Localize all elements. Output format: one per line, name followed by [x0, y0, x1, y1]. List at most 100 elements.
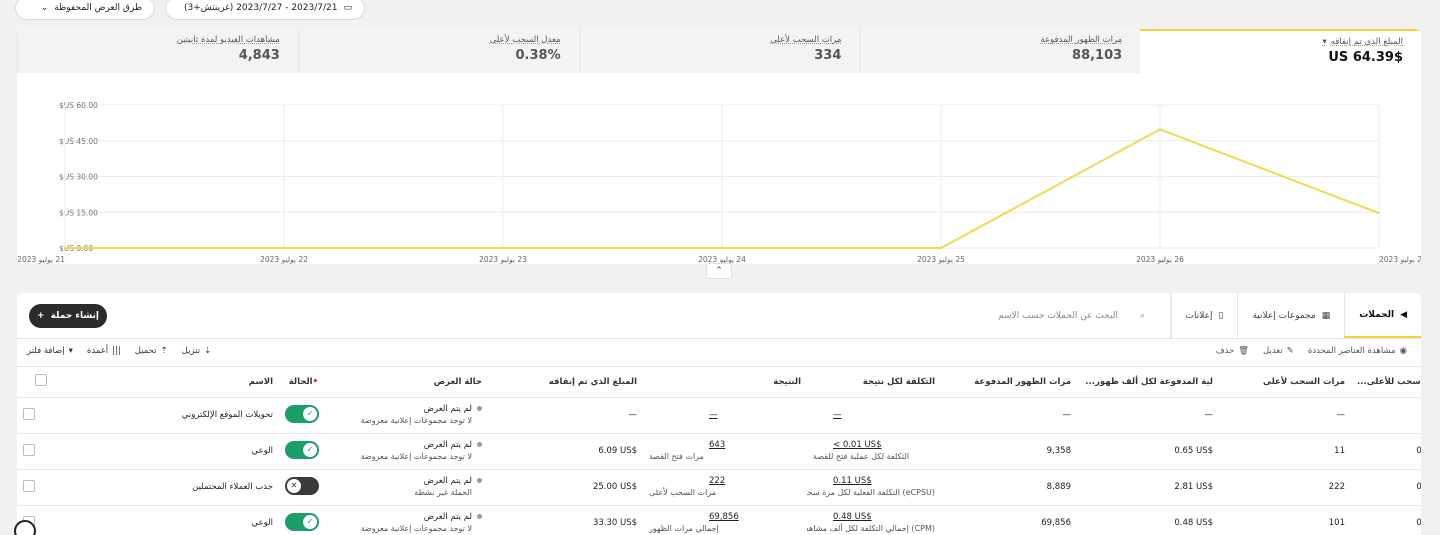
campaign-name[interactable]: الوعي: [53, 433, 279, 470]
row-checkbox[interactable]: [23, 479, 35, 492]
status-dot: [477, 406, 482, 411]
metric-value: $US 64.39: [1328, 50, 1403, 65]
metric-swipe-rate[interactable]: معدل السحب لأعلى 0.38%: [297, 29, 579, 73]
column-header-cost-per-swipe[interactable]: ...لفعلية لكل مرة سحب للأعلى: [1351, 367, 1421, 398]
campaign-search[interactable]: البحث عن الحملات حسب الاسم ⌕: [717, 305, 1145, 327]
result-value[interactable]: —: [649, 410, 801, 421]
tab-label: الحملات: [1359, 309, 1395, 320]
tab-ad-sets[interactable]: ▦ مجموعات إعلانية: [1237, 293, 1344, 338]
metric-paid-impressions[interactable]: مرات الظهور المدفوعة 88,103: [859, 29, 1141, 73]
status-toggle[interactable]: ✓: [285, 512, 319, 531]
cost-per-result-value[interactable]: 0.48 US$: [813, 512, 935, 523]
edit-label: تعديل: [1263, 346, 1283, 356]
add-filter-button[interactable]: ▾ إضافة فلتر: [27, 346, 73, 356]
column-header-delivery[interactable]: حالة العرض: [324, 367, 488, 398]
cpm-cell: 0.48 US$: [1077, 505, 1219, 535]
swipe-ups-cell: 222: [1219, 469, 1351, 506]
table-body: تحويلات الموقع الإلكتروني ✓ لم يتم العرض لا…: [17, 397, 1421, 535]
column-header-result[interactable]: النتيجة: [643, 367, 807, 398]
saved-views-dropdown[interactable]: طرق العرض المحفوظة ⌄: [15, 0, 155, 20]
row-checkbox[interactable]: [23, 443, 35, 456]
result-value[interactable]: 643: [649, 440, 801, 451]
delivery-substatus: لا توجد مجموعات إعلانية معروضة: [360, 416, 472, 425]
view-selected-button[interactable]: ◉ مشاهدة العناصر المحددة: [1308, 346, 1407, 356]
close-icon: ✕: [287, 478, 301, 493]
column-header-cpm[interactable]: ...لية المدفوعة لكل ألف ظهور: [1077, 367, 1219, 398]
saved-views-label: طرق العرض المحفوظة: [54, 3, 142, 13]
download-button[interactable]: ⇣ تنزيل: [182, 346, 212, 356]
megaphone-icon: ◀: [1400, 309, 1407, 320]
cost-per-swipe-cell: 0.33 US$: [1351, 505, 1421, 535]
upload-button[interactable]: ⇡ تحميل: [135, 346, 168, 356]
help-icon[interactable]: [14, 520, 36, 535]
cost-per-result-type: (CPM) إجمالي التكلفة لكل ألف مشاهدة: [807, 524, 935, 533]
swipe-ups-cell: —: [1219, 397, 1351, 434]
metric-value: 0.38%: [515, 48, 561, 63]
metric-video-views[interactable]: مشاهدات الفيديو لمدة ثانيتين 4,843: [17, 29, 298, 73]
columns-button[interactable]: ||| أعمدة: [87, 346, 121, 356]
caret-down-icon: ▾: [1322, 37, 1327, 47]
chevron-up-icon: ⌃: [715, 266, 723, 276]
table-row[interactable]: الوعي ✓ لم يتم العرض لا توجد مجموعات إعلاني…: [17, 433, 1421, 470]
table-row[interactable]: جذب العملاء المحتملين ✕ لم يتم العرض الحملة…: [17, 469, 1421, 506]
date-range-picker[interactable]: ▭ 2023/7/21 - 2023/7/27 (غرينتش+3): [165, 0, 365, 20]
create-campaign-button[interactable]: + إنشاء حملة: [29, 304, 107, 328]
delivery-substatus: الحملة غير نشطة: [414, 488, 472, 497]
column-header-cost-per-result[interactable]: التكلفة لكل نتيجة: [807, 367, 941, 398]
phone-icon: ▯: [1218, 310, 1224, 321]
x-tick-label: 21 يوليو 2023: [17, 255, 65, 264]
cost-per-result-value[interactable]: < 0.01 US$: [813, 440, 935, 451]
ads-manager-page: ▭ 2023/7/21 - 2023/7/27 (غرينتش+3) طرق ا…: [0, 0, 1440, 535]
grid-icon: ▦: [1321, 310, 1331, 321]
status-toggle[interactable]: ✓: [285, 404, 319, 423]
result-value[interactable]: 69,856: [649, 512, 801, 523]
metric-spend[interactable]: المبلغ الذي تم إنفاقه ▾ $US 64.39: [1140, 29, 1421, 73]
column-header-swipe-ups[interactable]: مرات السحب لأعلى: [1219, 367, 1351, 398]
column-header-spend[interactable]: المبلغ الذي تم إنفاقه: [488, 367, 643, 398]
campaign-name[interactable]: الوعي: [53, 505, 279, 535]
column-header-status[interactable]: الحالة•: [279, 367, 324, 398]
table-row[interactable]: تحويلات الموقع الإلكتروني ✓ لم يتم العرض لا…: [17, 397, 1421, 434]
metric-value: 4,843: [238, 48, 280, 63]
delivery-status: لم يتم العرض: [423, 404, 472, 414]
chevron-down-icon: ⌄: [40, 3, 49, 13]
edit-button[interactable]: ✎ تعديل: [1263, 346, 1294, 356]
delete-button[interactable]: 🗑 حذف: [1216, 346, 1249, 356]
campaigns-table: الاسم الحالة• حالة العرض المبلغ الذي تم …: [17, 367, 1421, 535]
status-dot: [477, 442, 482, 447]
spend-cell: 33.30 US$: [488, 505, 643, 535]
campaign-name[interactable]: جذب العملاء المحتملين: [53, 469, 279, 506]
spend-cell: —: [488, 397, 643, 434]
x-tick-label: 22 يوليو 2023: [260, 255, 308, 264]
metric-swipe-ups[interactable]: مرات السحب لأعلى 334: [578, 29, 860, 73]
collapse-chart-button[interactable]: ⌃: [706, 263, 732, 279]
table-row[interactable]: الوعي ✓ لم يتم العرض لا توجد مجموعات إعلاني…: [17, 505, 1421, 535]
tab-ads[interactable]: ▯ إعلانات: [1170, 293, 1238, 338]
cost-per-swipe-cell: 0.55 US$: [1351, 433, 1421, 470]
search-input[interactable]: البحث عن الحملات حسب الاسم: [998, 311, 1118, 321]
paid-impressions-cell: 9,358: [941, 433, 1077, 470]
row-checkbox[interactable]: [23, 407, 35, 420]
cost-per-result-value[interactable]: 0.11 US$: [813, 476, 935, 487]
table-toolbar: ▾ إضافة فلتر ||| أعمدة ⇡ تحميل ⇣ تنزيل: [27, 346, 211, 356]
tab-label: إعلانات: [1185, 310, 1213, 321]
search-icon: ⌕: [1139, 311, 1145, 321]
pencil-icon: ✎: [1286, 346, 1294, 356]
date-range-label: 2023/7/21 - 2023/7/27 (غرينتش+3): [183, 3, 338, 13]
campaign-name[interactable]: تحويلات الموقع الإلكتروني: [53, 397, 279, 434]
cpm-cell: 2.81 US$: [1077, 469, 1219, 506]
result-value[interactable]: 222: [649, 476, 801, 487]
cost-per-swipe-cell: 0.11 US$: [1351, 469, 1421, 506]
status-toggle[interactable]: ✕: [285, 476, 319, 495]
cost-per-result-value[interactable]: —: [813, 410, 935, 421]
select-all-checkbox[interactable]: [35, 374, 47, 387]
column-header-paid-impressions[interactable]: مرات الظهور المدفوعة: [941, 367, 1077, 398]
column-header-name[interactable]: الاسم: [53, 367, 279, 398]
result-type: مرات فتح القصة: [649, 452, 704, 461]
columns-label: أعمدة: [86, 346, 109, 356]
tab-campaigns[interactable]: ◀ الحملات: [1344, 293, 1421, 338]
status-toggle[interactable]: ✓: [285, 440, 319, 459]
cost-per-result-type: (eCPSU) التكلفة الفعلية لكل مرة سحب لأعل…: [807, 488, 935, 497]
check-icon: ✓: [303, 514, 317, 529]
status-label: الحالة: [288, 376, 313, 387]
